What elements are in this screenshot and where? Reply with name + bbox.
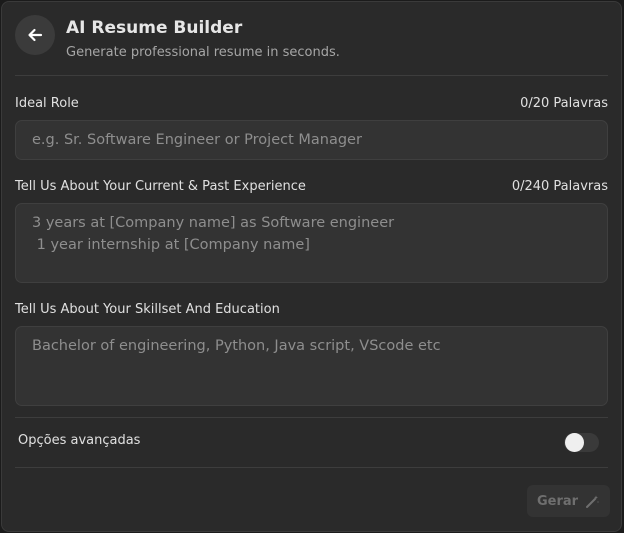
page-subtitle: Generate professional resume in seconds.: [66, 45, 340, 60]
resume-builder-panel: AI Resume Builder Generate professional …: [1, 1, 622, 532]
generate-button-label: Gerar: [536, 493, 579, 509]
ideal-role-input[interactable]: e.g. Sr. Software Engineer or Project Ma…: [15, 120, 608, 160]
advanced-options-label: Opções avançadas: [18, 433, 141, 448]
magic-wand-icon: [585, 494, 600, 509]
ideal-role-word-counter: 0/20 Palavras: [520, 96, 608, 111]
skills-textarea[interactable]: Bachelor of engineering, Python, Java sc…: [15, 326, 608, 406]
advanced-options-toggle[interactable]: [564, 433, 599, 452]
skills-label: Tell Us About Your Skillset And Educatio…: [15, 302, 280, 317]
generate-button[interactable]: Gerar: [527, 485, 610, 517]
experience-word-counter: 0/240 Palavras: [511, 179, 608, 194]
experience-label: Tell Us About Your Current & Past Experi…: [15, 179, 306, 194]
advanced-top-divider: [15, 417, 608, 418]
header-divider: [15, 75, 608, 76]
back-button[interactable]: [15, 15, 55, 55]
experience-textarea[interactable]: 3 years at [Company name] as Software en…: [15, 203, 608, 283]
advanced-bottom-divider: [15, 467, 608, 468]
arrow-left-icon: [26, 26, 44, 44]
ideal-role-label: Ideal Role: [15, 96, 79, 111]
page-title: AI Resume Builder: [66, 18, 243, 38]
toggle-knob: [565, 433, 584, 452]
